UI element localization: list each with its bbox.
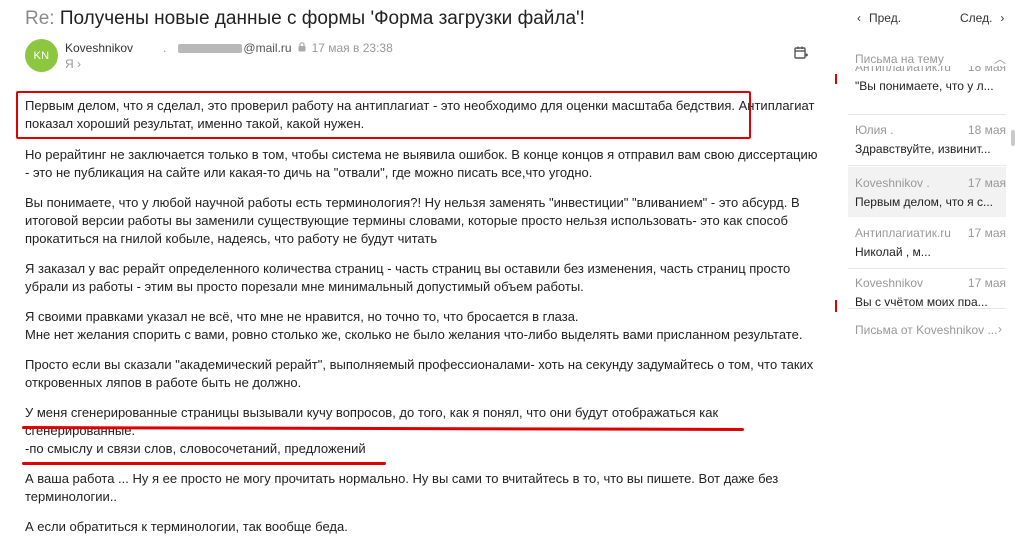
chevron-left-icon: ‹ [857, 11, 861, 25]
thread-sender: Koveshnikov [855, 276, 924, 290]
sender-name[interactable]: Koveshnikov [65, 41, 133, 55]
red-edge-mark [835, 300, 837, 312]
redacted-email-block [178, 43, 243, 53]
thread-header[interactable]: Письма на тему [855, 52, 944, 66]
thread-date: 17 мая [967, 176, 1006, 190]
thread-preview: Здравствуйте, извинит... [855, 142, 991, 156]
red-edge-mark [835, 74, 837, 84]
message-body: Первым делом, что я сделал, это проверил… [25, 97, 825, 548]
thread-sender: Антиплагиатик.ru [855, 66, 951, 74]
next-message-button[interactable]: След. › [960, 11, 1004, 25]
chevron-up-icon[interactable]: ︿ [994, 50, 1006, 67]
message-date: 17 мая в 23:38 [311, 41, 393, 55]
divider [848, 165, 1006, 166]
sender-separator: . [163, 41, 167, 55]
sender-line: Koveshnikov . @mail.ru 17 мая в 23:38 [65, 41, 393, 55]
divider [848, 114, 1006, 115]
lock-icon [298, 41, 306, 55]
thread-sender: Юлия . [855, 123, 894, 137]
body-paragraph: Вы понимаете, что у любой научной работы… [25, 195, 800, 246]
message-subject: Re: Получены новые данные с формы 'Форма… [25, 8, 585, 30]
body-paragraph: А ваша работа ... Ну я ее просто не могу… [25, 471, 779, 504]
red-highlight-box [16, 91, 751, 139]
letters-from-sender[interactable]: Письма от Koveshnikov ... [855, 323, 997, 337]
body-paragraph: Но рерайтинг не заключается только в том… [25, 147, 818, 180]
divider [848, 308, 1006, 309]
thread-date: 18 мая [967, 66, 1006, 74]
next-label: След. [960, 11, 993, 25]
thread-item[interactable]: Юлия . 18 мая Здравствуйте, извинит... [848, 119, 1006, 163]
body-paragraph: Я заказал у вас рерайт определенного кол… [25, 261, 791, 294]
chevron-right-icon: › [77, 57, 82, 71]
body-paragraph: Просто если вы сказали "академический ре… [25, 357, 814, 390]
recipient-label: Я [65, 57, 74, 71]
thread-item[interactable]: Антиплагиатик.ru 18 мая "Вы понимаете, чт… [848, 66, 1006, 112]
thread-sender: Koveshnikov . [855, 176, 930, 190]
thread-date: 17 мая [967, 276, 1006, 290]
subject-text: Получены новые данные с формы 'Форма заг… [59, 8, 585, 29]
sender-avatar[interactable]: KN [25, 39, 58, 72]
subject-prefix: Re: [25, 8, 55, 29]
thread-sender: Антиплагиатик.ru [855, 226, 951, 240]
body-paragraph: У меня сгенерированные страницы вызывали… [25, 405, 719, 456]
prev-label: Пред. [869, 11, 902, 25]
thread-date: 18 мая [967, 123, 1006, 137]
scrollbar[interactable] [1011, 130, 1015, 146]
add-to-calendar-icon[interactable] [794, 46, 808, 60]
body-paragraph: Я своими правками указал не всё, что мне… [25, 309, 803, 342]
message-pane: Re: Получены новые данные с формы 'Форма… [0, 0, 835, 553]
red-underline [22, 462, 386, 465]
chevron-right-icon[interactable]: › [998, 322, 1002, 336]
body-paragraph: А если обратиться к терминологии, так во… [25, 519, 348, 534]
thread-preview: Вы с учётом моих пра... [855, 295, 988, 306]
thread-item-selected[interactable]: Koveshnikov . 17 мая Первым делом, что я … [848, 167, 1006, 217]
prev-message-button[interactable]: ‹ Пред. [857, 11, 901, 25]
thread-item[interactable]: Антиплагиатик.ru 17 мая Николай , м... [848, 222, 1006, 266]
thread-preview: Первым делом, что я с... [855, 195, 994, 209]
thread-preview: Николай , м... [855, 245, 931, 259]
divider [848, 268, 1006, 269]
recipient[interactable]: Я › [65, 57, 81, 71]
thread-date: 17 мая [967, 226, 1006, 240]
thread-item[interactable]: Koveshnikov 17 мая Вы с учётом моих пра..… [848, 272, 1006, 306]
sender-email-domain: @mail.ru [243, 41, 292, 55]
thread-preview: "Вы понимаете, что у л... [855, 79, 994, 93]
chevron-right-icon: › [1000, 11, 1005, 25]
